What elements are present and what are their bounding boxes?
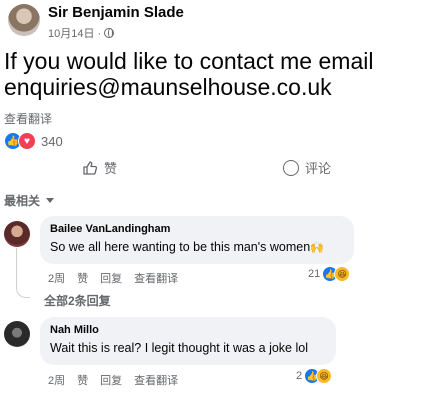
comment-time[interactable]: 2周	[48, 372, 65, 388]
comment-text: Wait this is real? I legit thought it wa…	[50, 341, 308, 355]
comment-button[interactable]: 评论	[283, 158, 331, 177]
like-button-label: 赞	[104, 161, 118, 176]
comments-filter-label: 最相关	[4, 194, 41, 208]
comment-like-button[interactable]: 赞	[77, 372, 88, 388]
thumbs-up-icon	[83, 160, 98, 175]
raised-hands-emoji: 🙌	[310, 242, 324, 254]
haha-reaction-icon: 😆	[316, 368, 333, 384]
see-translation-link[interactable]: 查看翻译	[4, 110, 52, 127]
comment-reactions[interactable]: 2 👍 😆	[296, 368, 333, 384]
comment-actions: 2周 赞 回复 查看翻译	[48, 270, 178, 286]
post-text: If you would like to contact me email en…	[4, 48, 374, 100]
post-meta: 10月14日 ·	[48, 25, 115, 41]
caret-down-icon	[46, 198, 55, 203]
post-action-bar: 赞 评论	[0, 152, 444, 182]
haha-reaction-icon: 😆	[334, 266, 351, 282]
reply-thread-connector	[16, 248, 30, 298]
comments-filter-dropdown[interactable]: 最相关	[4, 192, 55, 209]
comment-author-avatar[interactable]	[4, 221, 30, 247]
comment-translate-link[interactable]: 查看翻译	[134, 270, 178, 286]
reaction-count: 340	[41, 133, 63, 149]
comment-bubble: Nah Millo Wait this is real? I legit tho…	[40, 317, 336, 365]
post-author-avatar[interactable]	[8, 4, 40, 36]
comment-reaction-count: 21	[308, 268, 321, 280]
comment-actions: 2周 赞 回复 查看翻译	[48, 372, 178, 388]
like-button[interactable]: 赞	[82, 158, 117, 177]
comment-author-avatar[interactable]	[4, 321, 30, 347]
comment-reply-button[interactable]: 回复	[100, 270, 122, 286]
comment-reply-button[interactable]: 回复	[100, 372, 122, 388]
comment-like-button[interactable]: 赞	[77, 270, 88, 286]
comment-reaction-count: 2	[296, 370, 303, 382]
comment-text: So we all here wanting to be this man's …	[50, 240, 344, 254]
comment-text-body: So we all here wanting to be this man's …	[50, 240, 311, 254]
love-reaction-icon: ♥	[18, 132, 36, 150]
comment-translate-link[interactable]: 查看翻译	[134, 372, 178, 388]
comment-reactions[interactable]: 21 👍 😆	[308, 266, 351, 282]
view-replies-link[interactable]: 全部2条回复	[44, 292, 111, 309]
comment-author-name[interactable]: Bailee VanLandingham	[50, 223, 344, 235]
comment-bubble: Bailee VanLandingham So we all here want…	[40, 216, 354, 264]
comment-bubble-icon	[283, 159, 299, 176]
comment-time[interactable]: 2周	[48, 270, 65, 286]
reactions-summary[interactable]: 👍 ♥ 340	[4, 132, 63, 150]
post-date[interactable]: 10月14日 ·	[48, 25, 101, 41]
comment-button-label: 评论	[305, 161, 332, 176]
post-author-name[interactable]: Sir Benjamin Slade	[48, 4, 184, 21]
comment-author-name[interactable]: Nah Millo	[50, 324, 326, 336]
globe-icon	[104, 28, 115, 38]
